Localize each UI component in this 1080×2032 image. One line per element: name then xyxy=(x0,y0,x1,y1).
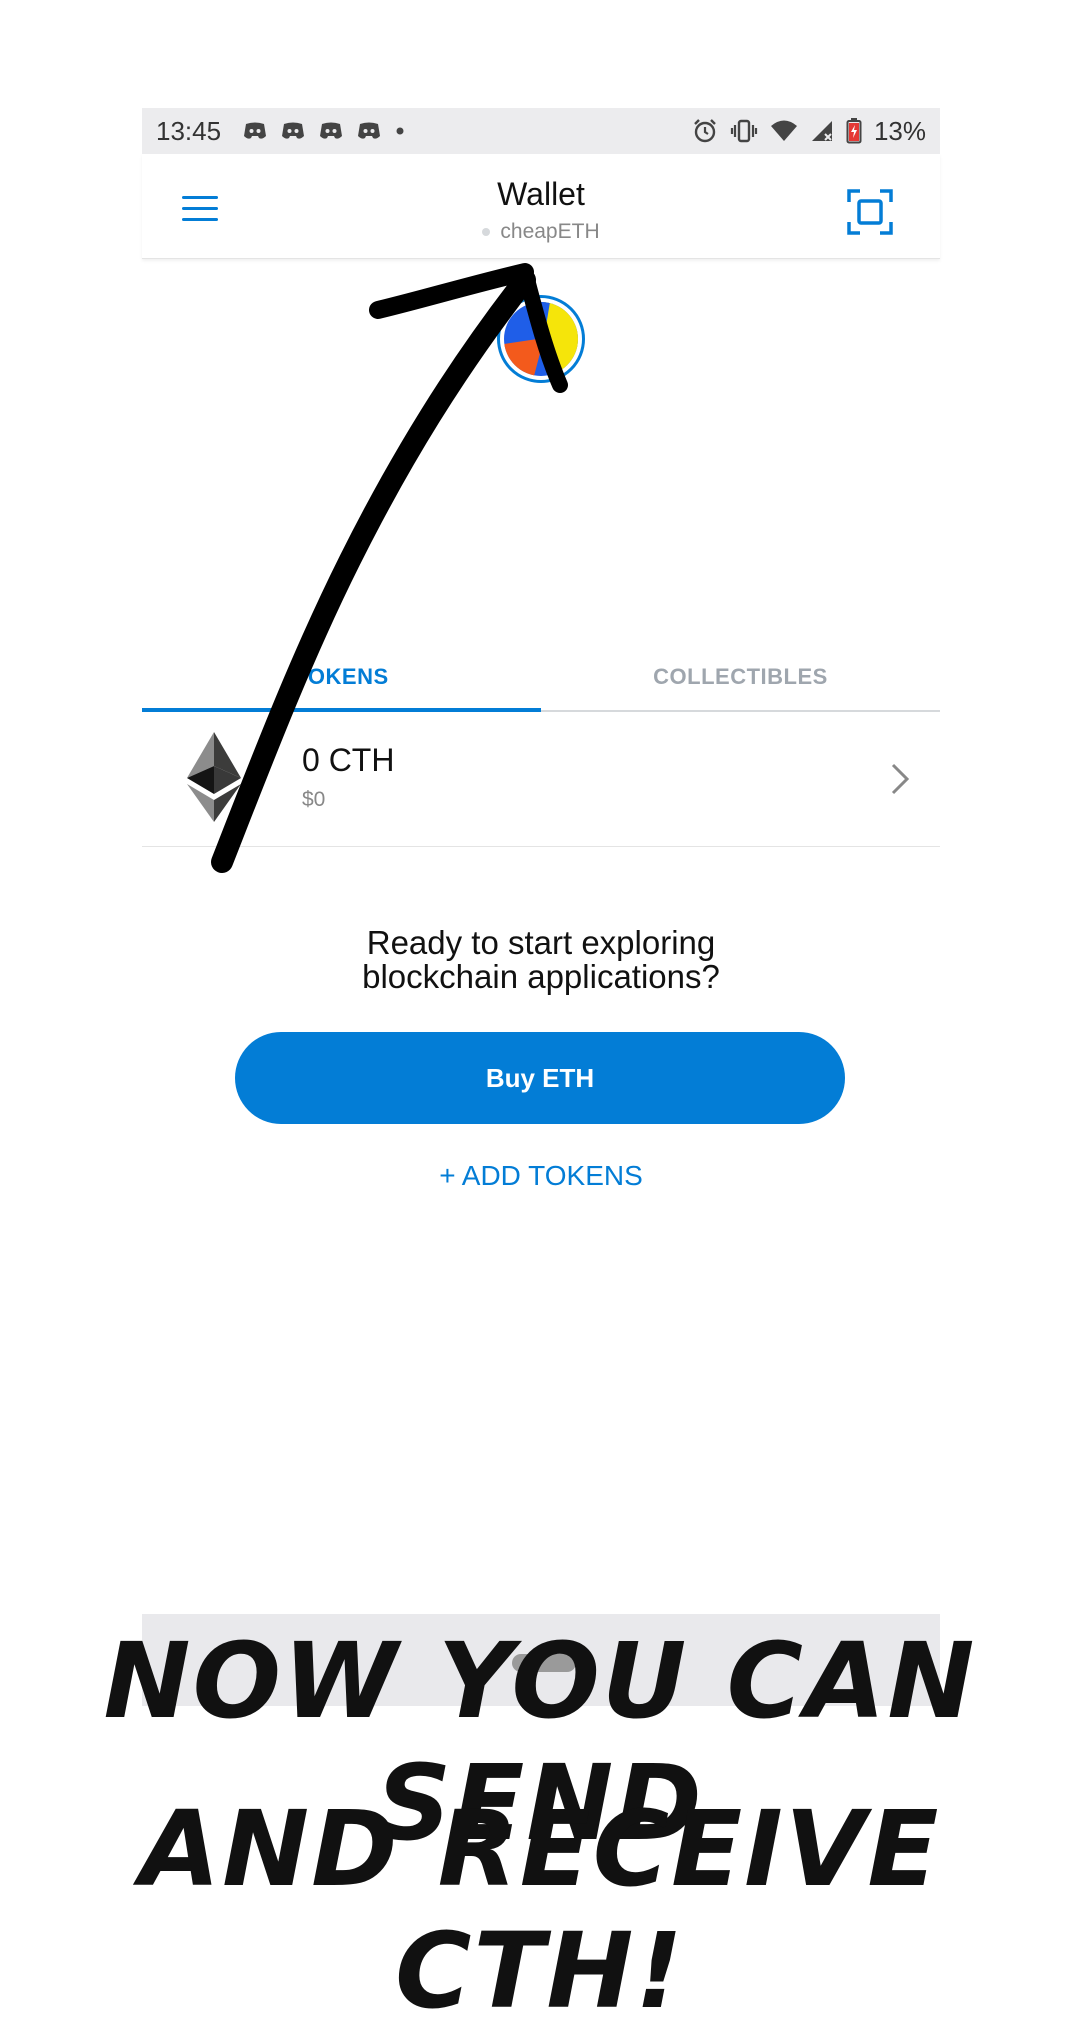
discord-icon xyxy=(358,122,381,139)
signal-icon xyxy=(811,121,832,141)
network-status-dot xyxy=(482,228,491,237)
network-indicator[interactable]: cheapETH xyxy=(142,220,940,244)
system-icons: 13% xyxy=(692,116,926,147)
tab-tokens[interactable]: TOKENS xyxy=(142,648,541,712)
ethereum-icon xyxy=(187,732,241,822)
caption-line-2: AND RECEIVE CTH! xyxy=(139,1788,941,2032)
notification-icons xyxy=(243,121,405,141)
qr-scan-icon[interactable] xyxy=(846,188,894,236)
battery-percent: 13% xyxy=(873,115,926,146)
vibrate-icon xyxy=(730,119,758,143)
token-balance: 0 CTH xyxy=(302,742,395,778)
phone-screen: 13:45 13% Wallet cheapETH TOKENS COLLECT… xyxy=(142,108,940,1708)
explore-line-1: Ready to start exploring xyxy=(366,924,716,961)
alarm-icon xyxy=(694,119,716,143)
buy-eth-button[interactable]: Buy ETH xyxy=(235,1032,845,1124)
dot-icon xyxy=(396,127,404,135)
status-time: 13:45 xyxy=(156,115,222,146)
asset-tabs: TOKENS COLLECTIBLES xyxy=(142,648,940,712)
status-bar: 13:45 13% xyxy=(142,108,940,154)
explore-line-2: blockchain applications? xyxy=(362,958,720,995)
account-avatar[interactable] xyxy=(497,295,585,383)
chevron-right-icon xyxy=(891,763,910,795)
network-name: cheapETH xyxy=(500,220,600,243)
wifi-icon xyxy=(770,120,797,141)
explore-message: Ready to start exploring blockchain appl… xyxy=(142,926,940,994)
app-header: Wallet cheapETH xyxy=(142,154,940,259)
add-tokens-link[interactable]: + ADD TOKENS xyxy=(142,1160,940,1192)
token-fiat-value: $0 xyxy=(302,788,326,811)
discord-icon xyxy=(282,122,305,139)
jazzicon-identicon xyxy=(504,302,578,376)
discord-icon xyxy=(320,122,343,139)
tab-collectibles[interactable]: COLLECTIBLES xyxy=(541,648,940,710)
discord-icon xyxy=(244,122,267,139)
battery-icon xyxy=(846,118,862,144)
token-list-item[interactable]: 0 CTH $0 xyxy=(142,712,940,847)
page-title: Wallet xyxy=(497,176,585,212)
